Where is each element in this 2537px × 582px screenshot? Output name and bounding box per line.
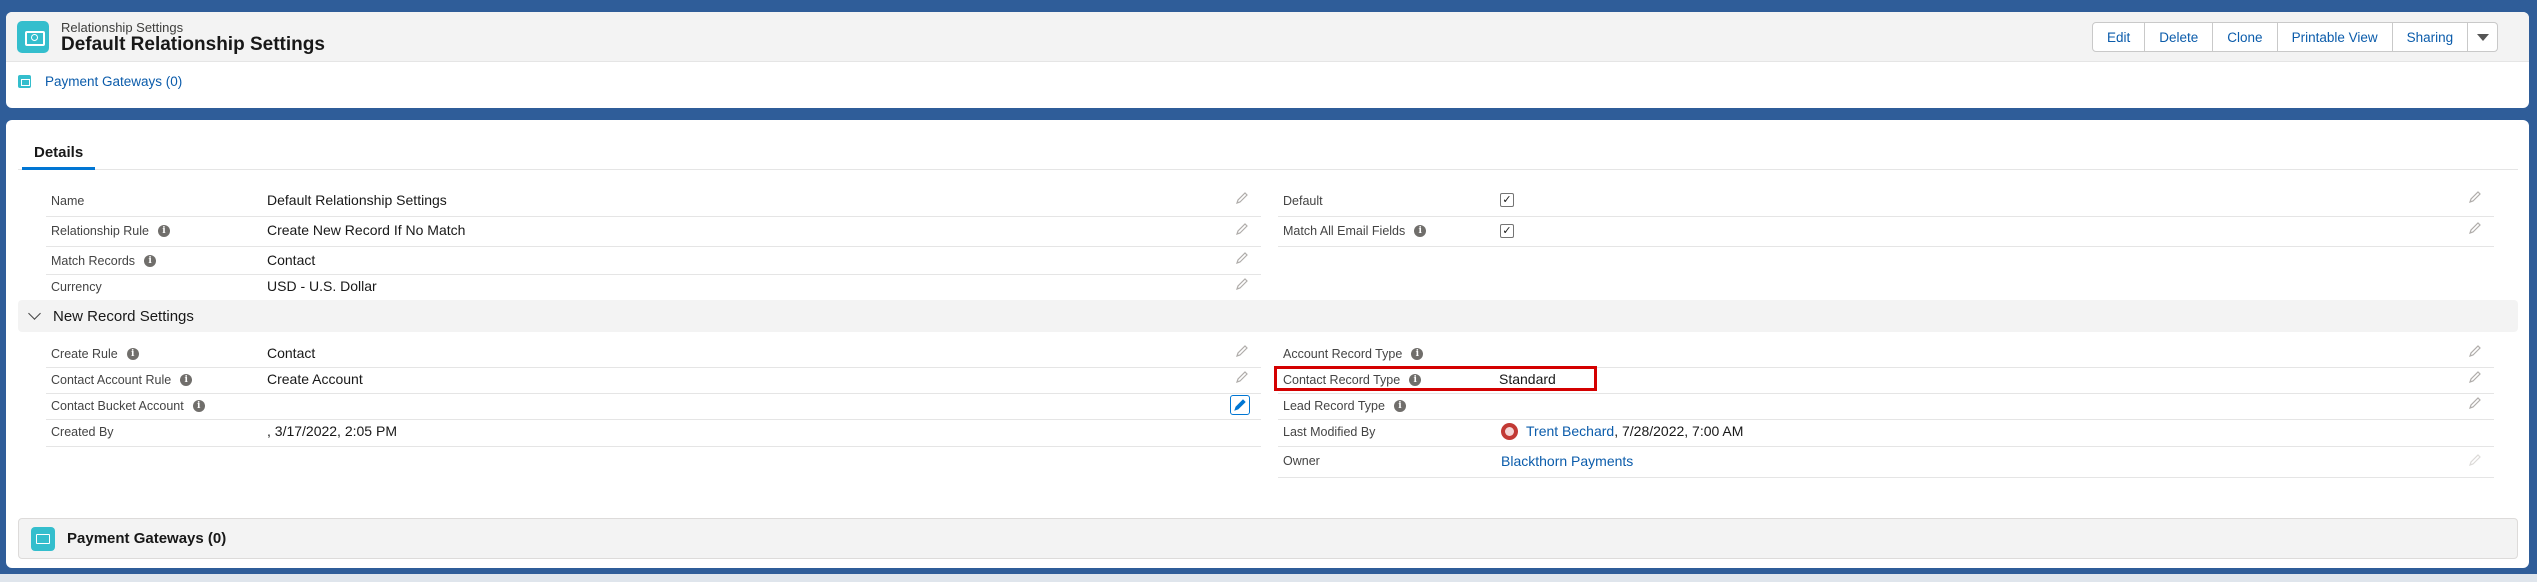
field-divider <box>1278 246 2494 247</box>
tab-bar: Details <box>18 138 2518 170</box>
lead-record-type-label: Lead Record Type <box>1283 399 1385 413</box>
chevron-down-icon <box>28 307 41 320</box>
contact-account-rule-label: Contact Account Rule <box>51 373 172 387</box>
edit-account-record-type-pencil-icon[interactable] <box>2468 344 2482 358</box>
highlight-box <box>1274 366 1597 391</box>
field-divider <box>1278 393 2494 394</box>
info-icon[interactable]: i <box>1414 225 1427 237</box>
field-value-currency: USD - U.S. Dollar <box>267 278 377 294</box>
info-icon[interactable]: i <box>126 348 139 360</box>
payment-gateway-icon <box>31 526 55 551</box>
highlights-panel: Relationship Settings Default Relationsh… <box>6 12 2529 62</box>
printable-view-button[interactable]: Printable View <box>2277 22 2393 52</box>
related-link-payment-gateways[interactable]: Payment Gateways (0) <box>18 74 182 89</box>
match-all-email-label: Match All Email Fields <box>1283 224 1406 238</box>
field-value-match-records: Contact <box>267 252 316 268</box>
field-value-last-modified-by: Trent Bechard , 7/28/2022, 7:00 AM <box>1501 421 1743 441</box>
field-divider <box>1278 419 2494 420</box>
field-label-contact-account-rule: Contact Account Rule i <box>51 371 193 389</box>
info-icon[interactable]: i <box>157 225 170 237</box>
field-divider <box>46 246 1261 247</box>
edit-button[interactable]: Edit <box>2092 22 2146 52</box>
edit-relationship-rule-pencil-icon[interactable] <box>1235 222 1249 236</box>
info-icon[interactable]: i <box>1393 400 1406 412</box>
field-value-created-by: , 3/17/2022, 2:05 PM <box>267 423 397 439</box>
field-label-created-by: Created By <box>51 425 114 439</box>
field-label-contact-bucket-account: Contact Bucket Account i <box>51 397 205 415</box>
chevron-down-icon <box>2476 33 2489 41</box>
owner-link[interactable]: Blackthorn Payments <box>1501 453 1633 469</box>
details-card: Details Name Default Relationship Settin… <box>6 120 2529 568</box>
last-modified-date: , 7/28/2022, 7:00 AM <box>1614 423 1744 439</box>
action-button-group: Edit Delete Clone Printable View Sharing <box>2092 22 2499 52</box>
section-title: New Record Settings <box>53 307 194 325</box>
edit-match-all-email-pencil-icon[interactable] <box>2468 221 2482 235</box>
field-label-owner: Owner <box>1283 454 1320 468</box>
edit-default-pencil-icon[interactable] <box>2468 190 2482 204</box>
info-icon[interactable]: i <box>144 255 157 267</box>
edit-contact-record-type-pencil-icon[interactable] <box>2468 370 2482 384</box>
related-list-payment-gateways: Payment Gateways (0) <box>18 518 2518 559</box>
field-divider <box>1278 216 2494 217</box>
payment-object-icon <box>17 21 49 53</box>
record-title: Default Relationship Settings <box>61 34 325 55</box>
field-label-lead-record-type: Lead Record Type i <box>1283 397 1406 415</box>
field-divider <box>1278 477 2494 478</box>
field-label-match-all-email: Match All Email Fields i <box>1283 222 1427 240</box>
field-divider <box>46 216 1261 217</box>
relationship-rule-label: Relationship Rule <box>51 224 149 238</box>
payment-gateway-icon <box>18 75 31 88</box>
change-owner-pencil-icon[interactable] <box>2468 453 2482 467</box>
sharing-button[interactable]: Sharing <box>2392 22 2469 52</box>
edit-match-records-pencil-icon[interactable] <box>1235 251 1249 265</box>
field-divider <box>46 446 1261 447</box>
info-icon[interactable]: i <box>180 374 193 386</box>
clone-button[interactable]: Clone <box>2213 22 2278 52</box>
field-divider <box>46 419 1261 420</box>
field-label-default: Default <box>1283 194 1323 208</box>
field-divider <box>46 367 1261 368</box>
edit-create-rule-pencil-icon[interactable] <box>1235 344 1249 358</box>
create-rule-label: Create Rule <box>51 347 118 361</box>
delete-button[interactable]: Delete <box>2145 22 2214 52</box>
info-icon[interactable]: i <box>1411 348 1424 360</box>
field-label-create-rule: Create Rule i <box>51 345 139 363</box>
field-label-currency: Currency <box>51 280 102 294</box>
object-type-label: Relationship Settings <box>61 20 184 35</box>
avatar[interactable] <box>1501 422 1518 440</box>
edit-name-pencil-icon[interactable] <box>1235 191 1249 205</box>
field-label-last-modified-by: Last Modified By <box>1283 425 1376 439</box>
field-label-name: Name <box>51 194 85 208</box>
related-link-label[interactable]: Payment Gateways (0) <box>45 74 182 89</box>
field-value-create-rule: Contact <box>267 345 316 361</box>
page-background-strip <box>0 574 2537 582</box>
related-list-title[interactable]: Payment Gateways (0) <box>67 530 226 547</box>
field-value-relationship-rule: Create New Record If No Match <box>267 222 466 238</box>
field-value-contact-account-rule: Create Account <box>267 371 363 387</box>
field-divider <box>46 393 1261 394</box>
info-icon[interactable]: i <box>192 400 205 412</box>
field-divider <box>46 274 1261 275</box>
match-all-email-checkbox: ✓ <box>1500 224 1514 238</box>
field-label-account-record-type: Account Record Type i <box>1283 345 1424 363</box>
last-modified-user-link[interactable]: Trent Bechard <box>1526 423 1614 439</box>
edit-contact-bucket-account-pencil-icon[interactable] <box>1230 395 1250 415</box>
edit-currency-pencil-icon[interactable] <box>1235 277 1249 291</box>
edit-lead-record-type-pencil-icon[interactable] <box>2468 396 2482 410</box>
more-actions-button[interactable] <box>2468 22 2499 52</box>
contact-bucket-account-label: Contact Bucket Account <box>51 399 184 413</box>
edit-contact-account-rule-pencil-icon[interactable] <box>1235 370 1249 384</box>
record-header: Relationship Settings Default Relationsh… <box>6 12 2529 108</box>
account-record-type-label: Account Record Type <box>1283 347 1403 361</box>
tab-details[interactable]: Details <box>22 138 96 170</box>
field-label-relationship-rule: Relationship Rule i <box>51 222 170 240</box>
default-checkbox: ✓ <box>1500 193 1514 207</box>
field-value-name: Default Relationship Settings <box>267 192 447 208</box>
field-divider <box>1278 446 2494 447</box>
field-value-owner: Blackthorn Payments <box>1501 452 1633 470</box>
section-new-record-settings[interactable]: New Record Settings <box>18 300 2518 332</box>
match-records-label: Match Records <box>51 254 136 268</box>
field-label-match-records: Match Records i <box>51 252 157 270</box>
